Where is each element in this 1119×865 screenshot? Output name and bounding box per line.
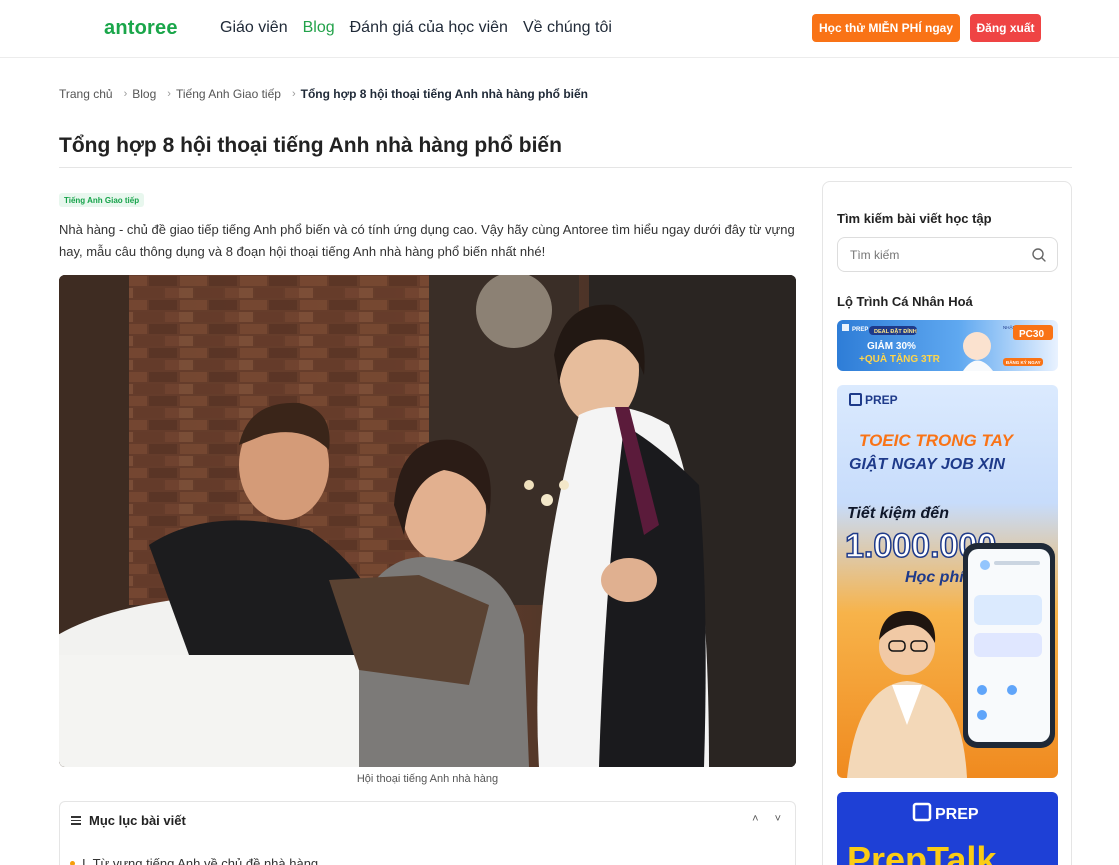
ad2-save-label: Tiết kiệm đến (847, 505, 949, 522)
ad2-line1: TOEIC TRONG TAY (859, 431, 1015, 450)
breadcrumb-home[interactable]: Trang chủ (59, 87, 113, 101)
category-tag[interactable]: Tiếng Anh Giao tiếp (59, 193, 145, 207)
article-intro: Nhà hàng - chủ đề giao tiếp tiếng Anh ph… (59, 222, 795, 259)
ad2-brand: PREP (865, 393, 898, 407)
breadcrumb-blog[interactable]: Blog (132, 87, 156, 101)
promo-banner-toeic[interactable]: PREP TOEIC TRONG TAY GIẬT NGAY JOB XỊN T… (837, 385, 1058, 778)
toc-header[interactable]: Mục lục bài viết (71, 813, 186, 828)
page-title: Tổng hợp 8 hội thoại tiếng Anh nhà hàng … (59, 134, 562, 157)
breadcrumb-current: Tổng hợp 8 hội thoại tiếng Anh nhà hàng … (300, 87, 588, 101)
chevron-right-icon: › (291, 88, 296, 100)
toc-controls: ˄ ˅ (752, 813, 781, 825)
ad2-fee: Học phí (905, 569, 966, 586)
ad1-deal: DEAL ĐẶT ĐỈNH (874, 328, 917, 335)
chevron-right-icon: › (167, 88, 171, 100)
divider (59, 167, 1072, 168)
search-icon[interactable] (1031, 247, 1047, 263)
search-title: Tìm kiếm bài viết học tập (837, 211, 992, 226)
ad3-product: PrepTalk (847, 839, 997, 865)
chevron-up-icon[interactable]: ˄ (752, 813, 758, 825)
toc-title: Mục lục bài viết (89, 813, 186, 828)
nav-item-teachers[interactable]: Giáo viên (220, 19, 288, 37)
promo-banner-graphic: PREP TOEIC TRONG TAY GIẬT NGAY JOB XỊN T… (844, 393, 1055, 778)
promo-banner-preptalk[interactable]: PREP PrepTalk (837, 792, 1058, 865)
ad1-line2: +QUÀ TẶNG 3TR (859, 352, 941, 365)
chevron-down-icon[interactable]: ˅ (775, 813, 781, 825)
image-caption: Hội thoại tiếng Anh nhà hàng (356, 773, 499, 785)
nav-item-reviews[interactable]: Đánh giá của học viên (350, 19, 508, 37)
free-trial-button[interactable]: Học thử MIỄN PHÍ ngay (812, 14, 960, 42)
ad1-code: PC30 (1019, 329, 1044, 340)
personalized-route-title: Lộ Trình Cá Nhân Hoá (837, 294, 973, 309)
bullet-icon (70, 861, 75, 865)
ad1-cta: ĐĂNG KÝ NGAY (1006, 359, 1041, 365)
ad2-line2: GIẬT NGAY JOB XỊN (849, 454, 1005, 473)
ad1-brand: PREP (852, 327, 868, 333)
promo-banner-graphic: PREP DEAL ĐẶT ĐỈNH GIẢM 30% +QUÀ TẶNG 3T… (842, 324, 1053, 371)
search-input[interactable] (837, 237, 1058, 272)
promo-banner-small[interactable]: PREP DEAL ĐẶT ĐỈNH GIẢM 30% +QUÀ TẶNG 3T… (837, 320, 1058, 371)
ad1-line1: GIẢM 30% (867, 339, 916, 352)
promo-banner-graphic: PREP PrepTalk (847, 802, 997, 865)
breadcrumb-category[interactable]: Tiếng Anh Giao tiếp (176, 87, 281, 101)
logout-button[interactable]: Đăng xuất (970, 14, 1041, 42)
table-of-contents: Mục lục bài viết ˄ ˅ I. Từ vựng tiếng An… (59, 801, 796, 865)
chevron-right-icon: › (123, 88, 128, 100)
site-header: antoree Giáo viên Blog Đánh giá của học … (0, 0, 1119, 58)
toc-item-label: I. Từ vựng tiếng Anh về chủ đề nhà hàng (82, 856, 319, 865)
sidebar: Tìm kiếm bài viết học tập Lộ Trình Cá Nh… (822, 181, 1072, 865)
nav-item-blog[interactable]: Blog (303, 19, 335, 37)
hero-image (59, 275, 796, 767)
nav-item-about[interactable]: Về chúng tôi (523, 19, 612, 37)
restaurant-photo (59, 275, 796, 767)
main-nav: Giáo viên Blog Đánh giá của học viên Về … (220, 19, 612, 37)
toc-item[interactable]: I. Từ vựng tiếng Anh về chủ đề nhà hàng (70, 856, 318, 865)
breadcrumb: Trang chủ › Blog › Tiếng Anh Giao tiếp ›… (59, 87, 588, 101)
site-logo[interactable]: antoree (104, 17, 178, 40)
ad3-brand: PREP (935, 806, 979, 823)
menu-icon (71, 814, 81, 827)
